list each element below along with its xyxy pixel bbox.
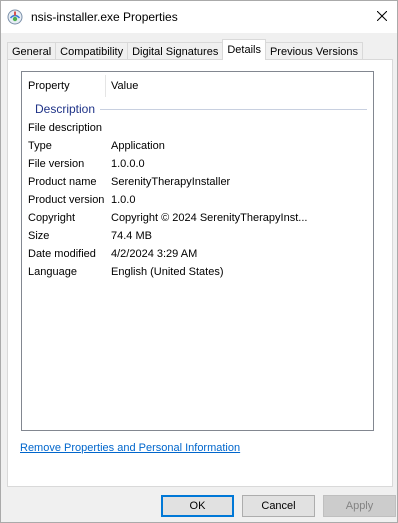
tab-details[interactable]: Details [222, 39, 266, 60]
property-value: Copyright © 2024 SerenityTherapyInst... [111, 212, 308, 224]
property-value: 1.0.0.0 [111, 158, 145, 170]
property-row-type[interactable]: Type Application [22, 137, 373, 155]
property-row-file-description[interactable]: File description [22, 119, 373, 137]
tab-digital-signatures[interactable]: Digital Signatures [127, 42, 224, 60]
property-value: English (United States) [111, 266, 224, 278]
property-name: Type [28, 140, 52, 152]
property-name: Language [28, 266, 77, 278]
property-row-product-name[interactable]: Product name SerenityTherapyInstaller [22, 173, 373, 191]
property-row-copyright[interactable]: Copyright Copyright © 2024 SerenityThera… [22, 209, 373, 227]
close-button[interactable] [367, 1, 397, 33]
property-row-file-version[interactable]: File version 1.0.0.0 [22, 155, 373, 173]
group-label: Description [35, 102, 96, 116]
property-name: Size [28, 230, 50, 242]
column-header-value[interactable]: Value [111, 80, 138, 92]
details-list[interactable]: Property Value Description File descript… [21, 71, 374, 431]
title-bar[interactable]: nsis-installer.exe Properties [1, 1, 397, 33]
details-panel: Property Value Description File descript… [7, 59, 393, 487]
tab-strip: General Compatibility Digital Signatures… [7, 39, 363, 60]
property-value: SerenityTherapyInstaller [111, 176, 231, 188]
property-row-date-modified[interactable]: Date modified 4/2/2024 3:29 AM [22, 245, 373, 263]
property-value: 4/2/2024 3:29 AM [111, 248, 198, 260]
properties-dialog: nsis-installer.exe Properties General Co… [0, 0, 398, 523]
property-name: Product version [28, 194, 105, 206]
ok-button[interactable]: OK [161, 495, 234, 517]
property-row-language[interactable]: Language English (United States) [22, 263, 373, 281]
property-name: File description [28, 122, 102, 134]
group-divider-line [100, 108, 367, 110]
list-header: Property Value [22, 72, 373, 99]
property-value: 74.4 MB [111, 230, 152, 242]
property-row-size[interactable]: Size 74.4 MB [22, 227, 373, 245]
column-header-property[interactable]: Property [28, 80, 70, 92]
property-name: Copyright [28, 212, 76, 224]
apply-button[interactable]: Apply [323, 495, 396, 517]
tab-previous-versions[interactable]: Previous Versions [264, 42, 363, 60]
property-rows: File description Type Application File v… [22, 119, 373, 281]
property-name: Date modified [28, 248, 96, 260]
property-value: 1.0.0 [111, 194, 136, 206]
group-header-description: Description [35, 102, 367, 116]
tab-compatibility[interactable]: Compatibility [55, 42, 129, 60]
tab-general[interactable]: General [7, 42, 57, 60]
property-row-product-version[interactable]: Product version 1.0.0 [22, 191, 373, 209]
installer-app-icon [7, 9, 23, 25]
property-name: Product name [28, 176, 97, 188]
window-title: nsis-installer.exe Properties [31, 10, 178, 24]
property-value: Application [111, 140, 165, 152]
remove-properties-link[interactable]: Remove Properties and Personal Informati… [20, 442, 240, 454]
close-icon [376, 10, 388, 24]
column-divider[interactable] [105, 75, 106, 97]
cancel-button[interactable]: Cancel [242, 495, 315, 517]
property-name: File version [28, 158, 85, 170]
